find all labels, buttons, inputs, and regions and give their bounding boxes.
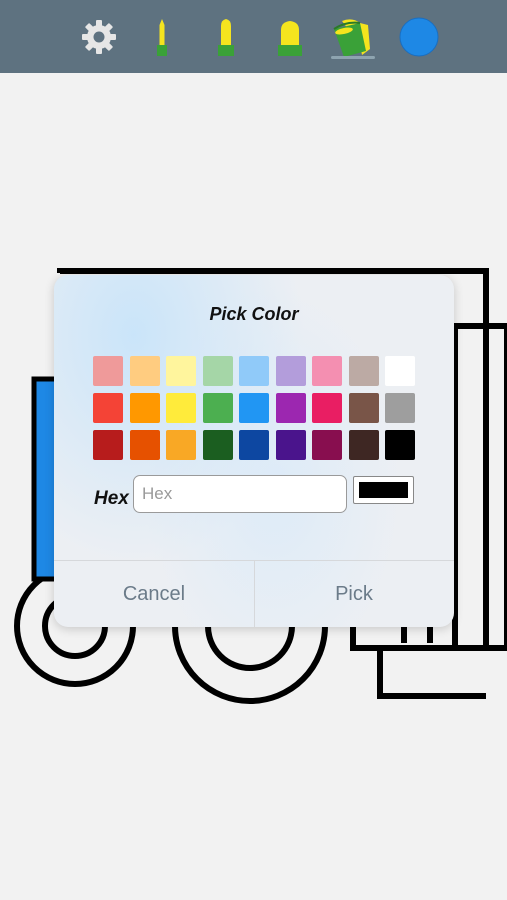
color-swatch[interactable]	[239, 393, 269, 423]
tool-current-color[interactable]	[396, 0, 442, 73]
color-swatch[interactable]	[202, 393, 233, 423]
color-swatch[interactable]	[312, 356, 342, 386]
color-swatch[interactable]	[93, 430, 123, 460]
color-swatch[interactable]	[239, 356, 269, 386]
color-swatch[interactable]	[312, 430, 342, 460]
settings-gear-icon	[82, 19, 116, 54]
color-swatch[interactable]	[129, 430, 160, 460]
color-swatch[interactable]	[239, 430, 269, 460]
color-swatch[interactable]	[166, 430, 196, 460]
color-swatch[interactable]	[166, 356, 196, 386]
color-preview-fill	[359, 482, 408, 498]
color-swatch[interactable]	[166, 393, 196, 423]
color-swatch[interactable]	[202, 430, 233, 460]
thick-marker-icon	[278, 20, 302, 56]
pick-button[interactable]: Pick	[254, 561, 454, 627]
current-color-circle-icon	[399, 17, 439, 56]
cancel-button[interactable]: Cancel	[54, 561, 254, 627]
color-swatch[interactable]	[93, 393, 123, 423]
paint-bucket-icon	[333, 18, 370, 57]
color-swatch[interactable]	[129, 393, 160, 423]
color-swatch[interactable]	[385, 356, 415, 386]
tool-settings[interactable]	[78, 0, 120, 73]
tool-paint-bucket[interactable]	[329, 0, 377, 73]
tool-medium-marker[interactable]	[212, 0, 240, 73]
pick-color-dialog: Pick Color Hex Cancel Pick	[54, 275, 454, 627]
color-swatch[interactable]	[275, 430, 306, 460]
color-swatch[interactable]	[93, 356, 123, 386]
color-swatch[interactable]	[275, 356, 306, 386]
hex-input[interactable]	[133, 475, 347, 513]
thin-marker-icon	[157, 18, 167, 56]
dialog-title: Pick Color	[209, 304, 299, 324]
tool-thin-marker[interactable]	[150, 0, 174, 73]
color-swatch[interactable]	[385, 393, 415, 423]
color-swatch[interactable]	[348, 356, 379, 386]
color-swatch[interactable]	[312, 393, 342, 423]
color-palette	[93, 356, 415, 460]
color-swatch[interactable]	[129, 356, 160, 386]
color-swatch[interactable]	[275, 393, 306, 423]
hex-label: Hex	[94, 488, 129, 509]
color-swatch[interactable]	[348, 393, 379, 423]
medium-marker-icon	[218, 18, 234, 56]
tool-thick-marker[interactable]	[274, 0, 306, 73]
color-swatch[interactable]	[385, 430, 415, 460]
color-swatch[interactable]	[348, 430, 379, 460]
toolbar	[0, 0, 507, 73]
color-preview	[353, 476, 414, 504]
color-swatch[interactable]	[202, 356, 233, 386]
